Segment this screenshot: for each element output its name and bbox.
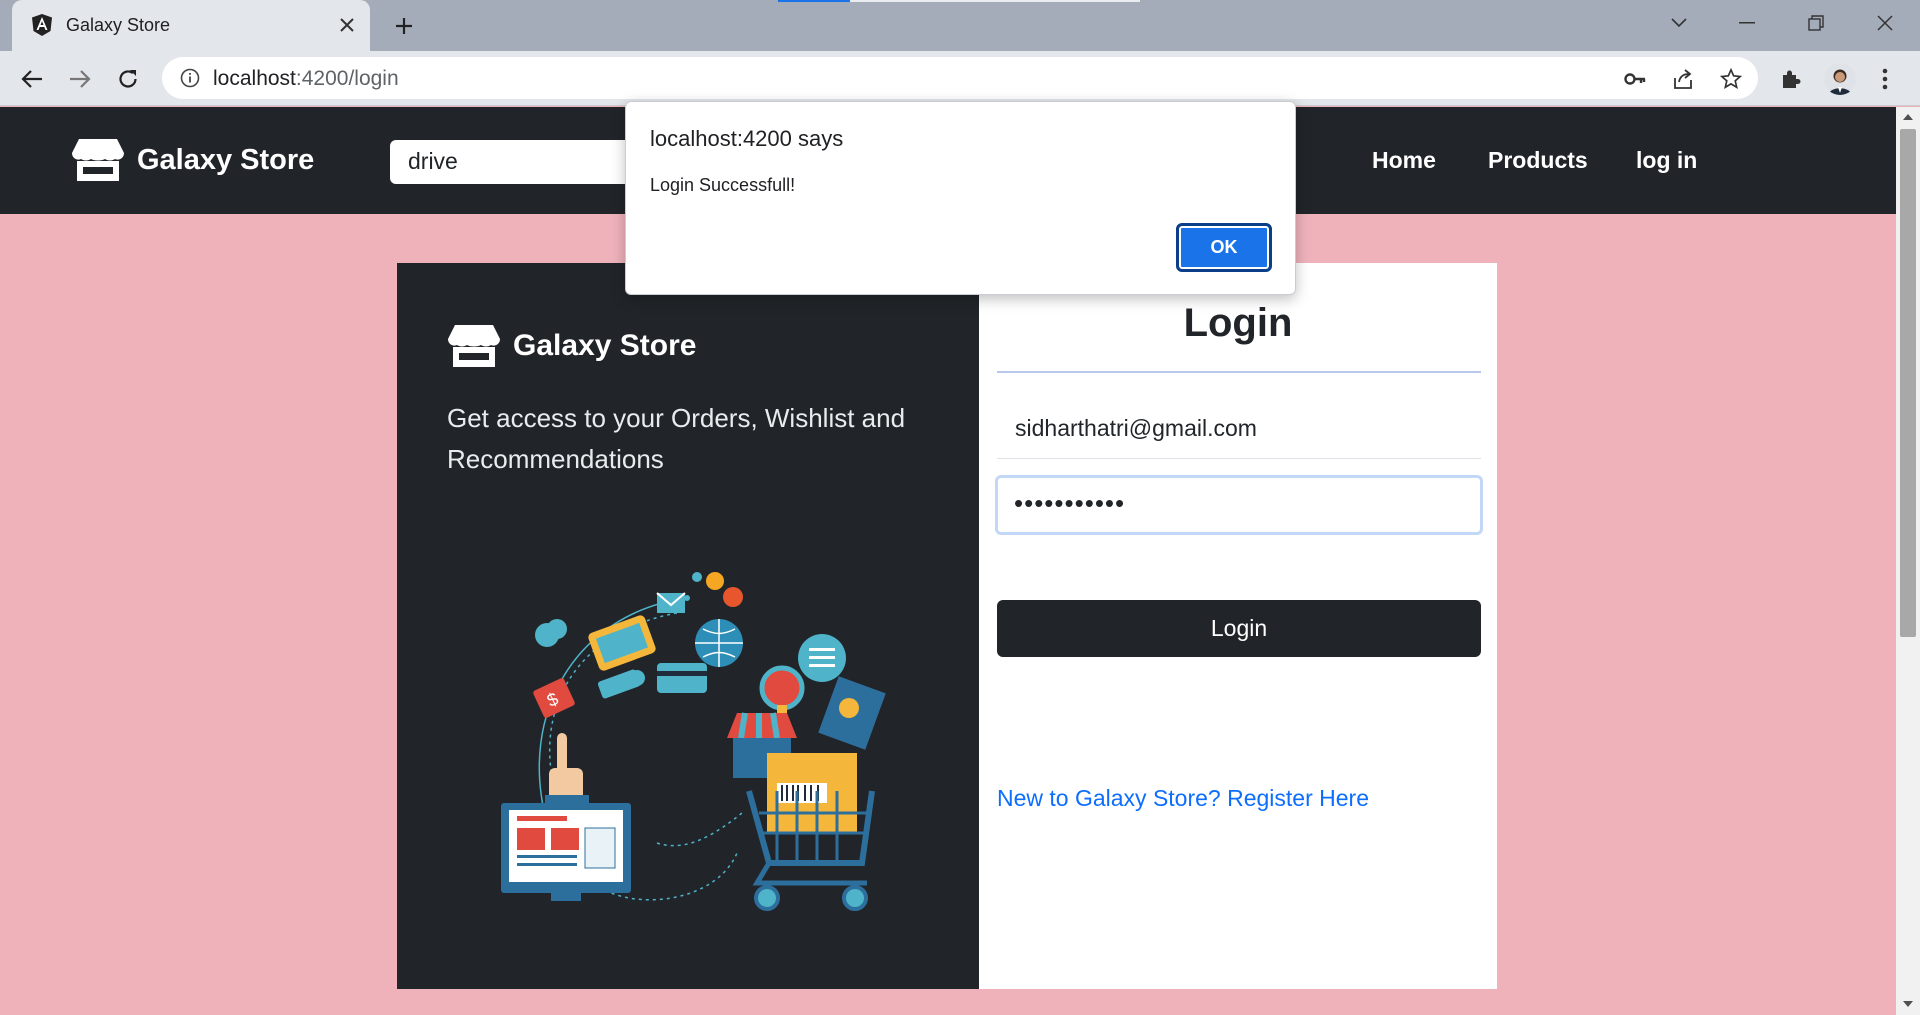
dialog-ok-button[interactable]: OK — [1176, 223, 1272, 272]
forward-arrow-icon[interactable] — [64, 63, 96, 95]
browser-toolbar: localhost:4200/login — [0, 51, 1920, 106]
store-icon — [448, 325, 500, 367]
password-field[interactable]: ••••••••••• — [995, 475, 1483, 535]
extensions-puzzle-icon[interactable] — [1776, 64, 1806, 94]
promo-tagline: Get access to your Orders, Wishlist and … — [447, 403, 906, 474]
login-card: Galaxy Store Get access to your Orders, … — [397, 263, 1497, 989]
minimize-icon[interactable] — [1727, 8, 1767, 38]
loading-indicator — [778, 0, 1140, 2]
url-text: localhost:4200/login — [213, 67, 399, 90]
address-bar[interactable]: localhost:4200/login — [162, 57, 1758, 99]
page-scrollbar[interactable] — [1896, 107, 1920, 1015]
nav-link-products[interactable]: Products — [1488, 147, 1588, 174]
promo-panel: Galaxy Store Get access to your Orders, … — [397, 263, 979, 989]
login-button[interactable]: Login — [997, 600, 1481, 657]
scroll-down-icon[interactable] — [1902, 1000, 1914, 1008]
brand-name: Galaxy Store — [137, 143, 315, 176]
promo-brand: Galaxy Store — [447, 323, 696, 369]
dialog-message: Login Successfull! — [650, 175, 796, 195]
store-icon — [72, 139, 124, 181]
shopping-illustration: $ — [501, 572, 886, 911]
browser-tab[interactable]: Galaxy Store — [12, 0, 370, 51]
key-icon[interactable] — [1622, 66, 1648, 92]
register-link[interactable]: New to Galaxy Store? Register Here — [997, 785, 1369, 812]
login-title: Login — [1183, 301, 1293, 345]
navbar-brand[interactable]: Galaxy Store — [71, 137, 314, 183]
title-divider — [997, 371, 1481, 373]
login-form-panel: Login sidharthatri@gmail.com •••••••••••… — [979, 263, 1497, 989]
dialog-title: localhost:4200 says — [650, 126, 844, 151]
nav-link-login[interactable]: log in — [1636, 147, 1697, 174]
tab-strip: Galaxy Store — [0, 0, 1920, 51]
close-window-icon[interactable] — [1865, 8, 1905, 38]
scroll-up-icon[interactable] — [1902, 113, 1914, 121]
scroll-thumb[interactable] — [1900, 129, 1916, 637]
tab-title: Galaxy Store — [66, 15, 171, 35]
new-tab-icon[interactable] — [390, 12, 418, 40]
promo-brand-name: Galaxy Store — [513, 329, 697, 362]
browser-menu-dots-icon[interactable] — [1870, 64, 1900, 94]
nav-link-home[interactable]: Home — [1372, 147, 1436, 174]
alert-dialog: localhost:4200 says Login Successfull! O… — [625, 101, 1296, 295]
email-field[interactable]: sidharthatri@gmail.com — [997, 403, 1481, 459]
tab-search-chevron-down-icon[interactable] — [1659, 8, 1699, 38]
site-info-icon[interactable] — [180, 68, 200, 88]
bookmark-star-icon[interactable] — [1718, 66, 1744, 92]
close-tab-icon[interactable] — [334, 12, 360, 38]
reload-icon[interactable] — [112, 63, 144, 95]
profile-avatar[interactable] — [1824, 63, 1856, 95]
restore-icon[interactable] — [1796, 8, 1836, 38]
angular-favicon-icon — [32, 14, 52, 36]
back-arrow-icon[interactable] — [16, 63, 48, 95]
share-icon[interactable] — [1670, 66, 1696, 92]
